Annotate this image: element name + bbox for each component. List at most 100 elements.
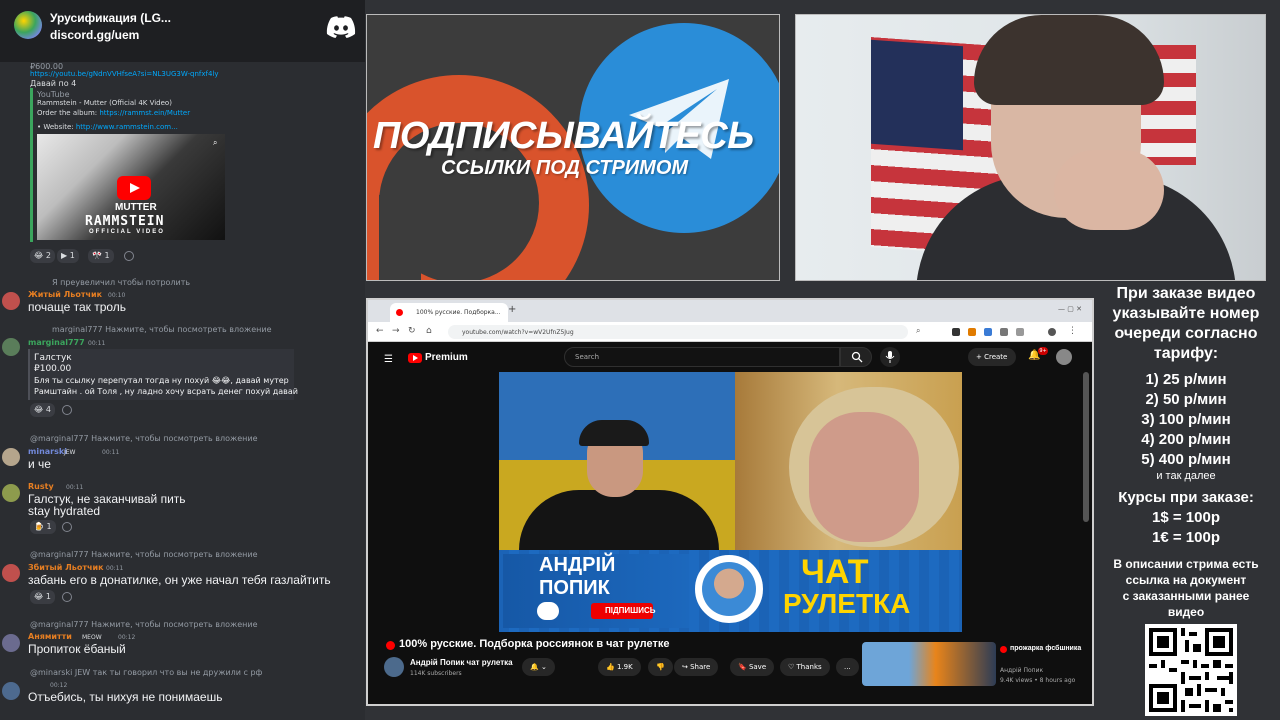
username[interactable]: Житый Льотчик [28, 290, 102, 299]
username[interactable]: Rusty [28, 482, 54, 491]
username[interactable]: marginal777 [28, 338, 85, 347]
username[interactable]: minarski [28, 447, 67, 456]
extension-icon[interactable] [968, 328, 976, 336]
channel-avatar[interactable] [384, 657, 404, 677]
embed-order-link[interactable]: https://rammst.ein/Mutter [99, 109, 190, 117]
address-bar: ← → ↻ ⌂ youtube.com/watch?v=wV2UfnZ5Jug … [368, 322, 1092, 342]
banner-bell-icon [537, 602, 559, 620]
timestamp: 00:11 [88, 340, 106, 347]
tariff-item: 2) 50 р/мин [1145, 391, 1227, 408]
avatar[interactable] [2, 292, 20, 310]
menu-icon[interactable]: ⋮ [1068, 326, 1077, 336]
rate-eur: 1€ = 100р [1152, 529, 1220, 546]
user-tag: MEOW [82, 634, 102, 641]
play-icon[interactable] [117, 176, 151, 200]
reaction-stay[interactable]: 🍺 1 [30, 520, 56, 534]
banner-name-1: АНДРІЙ [539, 554, 616, 576]
browser-tab[interactable]: 100% русские. Подборка... [390, 303, 508, 322]
youtube-embed[interactable]: YouTube Rammstein - Mutter (Official 4K … [30, 88, 225, 242]
reaction-laugh[interactable]: 😂 1 [30, 590, 55, 604]
search-input[interactable]: Search [564, 347, 840, 367]
avatar[interactable] [2, 448, 20, 466]
hamburger-menu-icon[interactable]: ☰ [384, 354, 393, 365]
share-button[interactable]: ↪ Share [674, 658, 719, 676]
embed-website-text: • Website: [37, 123, 74, 131]
reaction-laugh[interactable]: 😂 4 [30, 403, 55, 417]
notify-bell-button[interactable]: 🔔 ⌄ [522, 658, 555, 676]
server-invite: discord.gg/uem [50, 28, 140, 42]
embed-website: • Website: http://www.rammstein.com... [37, 123, 178, 131]
extension-icon[interactable] [952, 328, 960, 336]
back-icon[interactable]: ← [376, 326, 384, 336]
home-icon[interactable]: ⌂ [426, 326, 432, 336]
server-icon [14, 11, 42, 39]
tariff-item: 3) 100 р/мин [1141, 411, 1231, 428]
add-reaction-icon[interactable] [62, 405, 72, 415]
avatar[interactable] [2, 634, 20, 652]
extension-icon[interactable] [1000, 328, 1008, 336]
reload-icon[interactable]: ↻ [408, 326, 416, 336]
reply-preview[interactable]: @marginal777 Нажмите, чтобы посмотреть в… [30, 434, 258, 443]
avatar[interactable] [2, 682, 20, 700]
zoom-icon[interactable]: ⌕ [916, 326, 920, 336]
subscribe-promo: ПОДПИСЫВАЙТЕСЬ ССЫЛКИ ПОД СТРИМОМ [366, 14, 780, 281]
zoom-icon[interactable]: ⌕ [213, 138, 217, 148]
extension-icon[interactable] [984, 328, 992, 336]
server-title: Урусификация (LG... [50, 11, 171, 25]
like-button[interactable]: 👍 1.9K [598, 658, 641, 676]
message-text: забань его в донатилке, он уже начал теб… [28, 573, 331, 587]
url-field[interactable]: youtube.com/watch?v=wV2UfnZ5Jug [448, 325, 908, 339]
embed-link[interactable]: https://youtu.be/gNdnVVHfseA?si=NL3UG3W-… [30, 70, 219, 78]
message-text: Пропиток ёбаный [28, 642, 126, 656]
more-button[interactable]: ... [836, 658, 859, 676]
add-reaction-icon[interactable] [62, 592, 72, 602]
video-player[interactable]: АНДРІЙ ПОПИК ПІДПИШИСЬ ЧАТ РУЛЕТКА [499, 372, 962, 632]
avatar[interactable] [2, 564, 20, 582]
save-button[interactable]: 🔖 Save [730, 658, 775, 676]
promo-subline: ССЫЛКИ ПОД СТРИМОМ [441, 157, 689, 179]
reaction-arrow[interactable]: ▶ 1 [57, 249, 79, 263]
dislike-button[interactable]: 👎 [648, 658, 673, 676]
forward-icon[interactable]: → [392, 326, 400, 336]
related-meta: 9.4K views • 8 hours ago [1000, 677, 1076, 684]
avatar[interactable] [2, 338, 20, 356]
avatar[interactable] [2, 484, 20, 502]
reaction-flag[interactable]: 🎌 1 [88, 249, 114, 263]
username[interactable]: Анямитти [28, 632, 72, 641]
streamer-hand [1054, 150, 1164, 230]
reply-preview[interactable]: Я преувеличил чтобы потролить [52, 278, 190, 287]
embed-website-link[interactable]: http://www.rammstein.com... [76, 123, 178, 131]
related-video-title[interactable]: прожарка фсбшника [1010, 645, 1081, 652]
reaction-laugh[interactable]: 😂 2 [30, 249, 55, 263]
mic-button[interactable] [880, 347, 900, 367]
banner-name-2: ПОПИК [539, 577, 610, 599]
add-reaction-icon[interactable] [62, 522, 72, 532]
reply-preview[interactable]: marginal777 Нажмите, чтобы посмотреть вл… [52, 325, 272, 334]
channel-name[interactable]: Андрій Попик чат рулетка [410, 658, 513, 667]
thumb-word: MUTTER [115, 202, 157, 213]
create-button[interactable]: + Create [968, 348, 1016, 366]
tariff-etc: и так далее [1156, 470, 1216, 482]
profile-icon[interactable] [1048, 328, 1056, 336]
page-scrollbar[interactable] [1083, 372, 1089, 522]
reply-preview[interactable]: @marginal777 Нажмите, чтобы посмотреть в… [30, 620, 258, 629]
tariff-item: 1) 25 р/мин [1145, 371, 1227, 388]
window-controls[interactable]: — ▢ ✕ [1058, 305, 1082, 313]
related-video-thumbnail[interactable] [862, 642, 996, 686]
reply-preview[interactable]: @minarski JEW так ты говорил что вы не д… [30, 668, 262, 677]
user-avatar[interactable] [1056, 349, 1072, 365]
related-channel[interactable]: Андрій Попик [1000, 667, 1043, 674]
search-button[interactable] [840, 347, 872, 367]
username[interactable]: Збитый Льотчик [28, 563, 104, 572]
extension-icon[interactable] [1016, 328, 1024, 336]
new-tab-button[interactable]: + [508, 304, 516, 315]
video-title: 100% русские. Подборка россиянок в чат р… [399, 638, 670, 650]
reply-preview[interactable]: @marginal777 Нажмите, чтобы посмотреть в… [30, 550, 258, 559]
embed-thumbnail[interactable]: MUTTER RAMMSTEIN OFFICIAL VIDEO ⌕ [37, 134, 225, 240]
embed-title[interactable]: Rammstein - Mutter (Official 4K Video) [37, 99, 172, 107]
add-reaction-icon[interactable] [124, 251, 134, 261]
youtube-logo-text[interactable]: Premium [425, 352, 468, 363]
promo-logo-red-stem [379, 195, 421, 280]
youtube-logo-icon[interactable] [408, 353, 422, 363]
thanks-button[interactable]: ♡ Thanks [780, 658, 830, 676]
